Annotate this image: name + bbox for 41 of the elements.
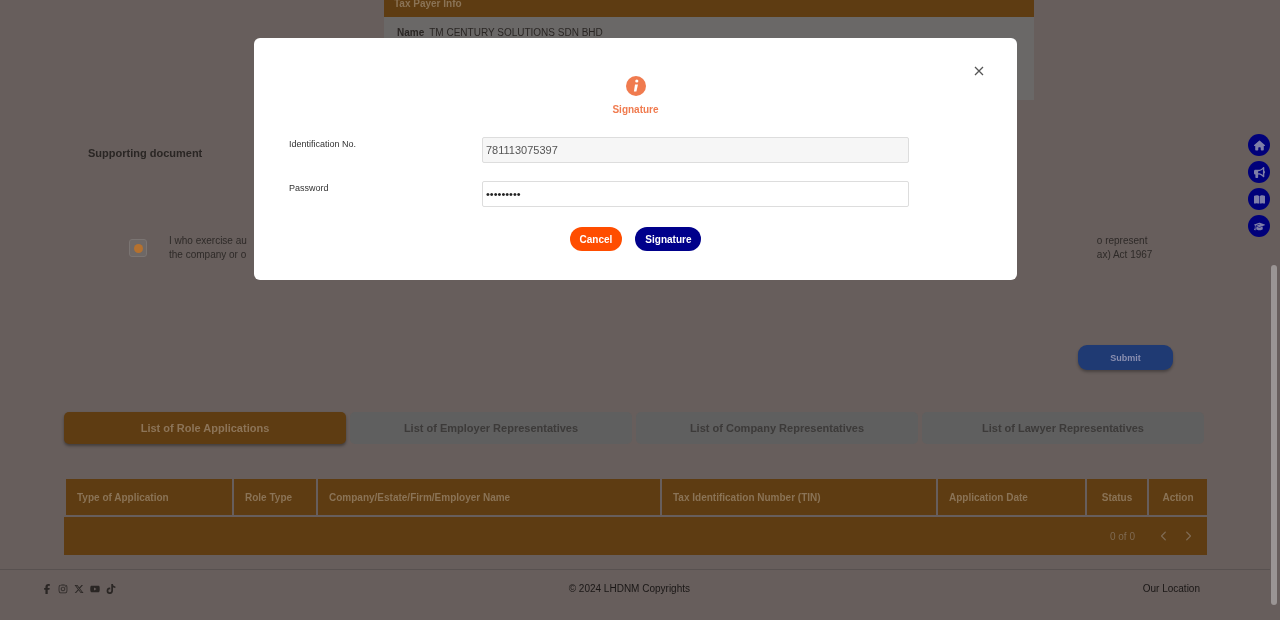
tiktok-icon[interactable] (106, 583, 116, 594)
graduation-cap-icon (1253, 220, 1265, 232)
field-label: Identification No. (289, 138, 358, 149)
name-value: TM CENTURY SOLUTIONS SDN BHD (429, 27, 603, 38)
column-header: Company/Estate/Firm/Employer Name (318, 479, 660, 515)
home-icon (1253, 139, 1265, 151)
facebook-icon[interactable] (42, 583, 52, 594)
column-header: Action (1149, 479, 1207, 515)
column-header: Tax Identification Number (TIN) (662, 479, 936, 515)
copyright-text: © 2024 LHDNM Copyrights (568, 583, 690, 594)
close-button[interactable] (974, 66, 984, 76)
declaration-checkbox[interactable] (129, 239, 147, 257)
column-header: Type of Application (66, 479, 232, 515)
home-button[interactable] (1248, 134, 1270, 156)
name-label: Name (397, 27, 425, 38)
megaphone-icon (1253, 166, 1265, 178)
info-icon (625, 76, 646, 96)
supporting-document-label: Supporting document (88, 147, 203, 159)
column-header: Application Date (938, 479, 1085, 515)
instagram-icon[interactable] (58, 583, 68, 594)
input-field[interactable]: 781113075397 (482, 137, 909, 163)
cancel-button[interactable]: Cancel (569, 227, 623, 251)
card-header: Tax Payer Info (384, 0, 1034, 17)
input-field[interactable]: ••••••••• (482, 181, 909, 207)
tab[interactable]: List of Role Applications (64, 412, 346, 444)
field-label: Password (289, 182, 330, 193)
book-icon (1253, 193, 1265, 205)
column-header: Status (1087, 479, 1147, 515)
signature-button[interactable]: Signature (635, 227, 702, 251)
column-header: Role Type (234, 479, 316, 515)
megaphone-button[interactable] (1248, 161, 1270, 183)
book-button[interactable] (1248, 188, 1270, 210)
graduation-cap-button[interactable] (1248, 215, 1270, 237)
youtube-icon[interactable] (90, 583, 100, 594)
scrollbar[interactable] (1271, 265, 1277, 605)
dialog-title: Signature (612, 104, 659, 115)
location-link[interactable]: Our Location (1142, 583, 1200, 594)
next-icon[interactable] (1183, 531, 1193, 541)
x-icon[interactable] (74, 583, 84, 594)
previous-icon[interactable] (1159, 531, 1169, 541)
submit-button[interactable]: Submit (1078, 345, 1173, 370)
